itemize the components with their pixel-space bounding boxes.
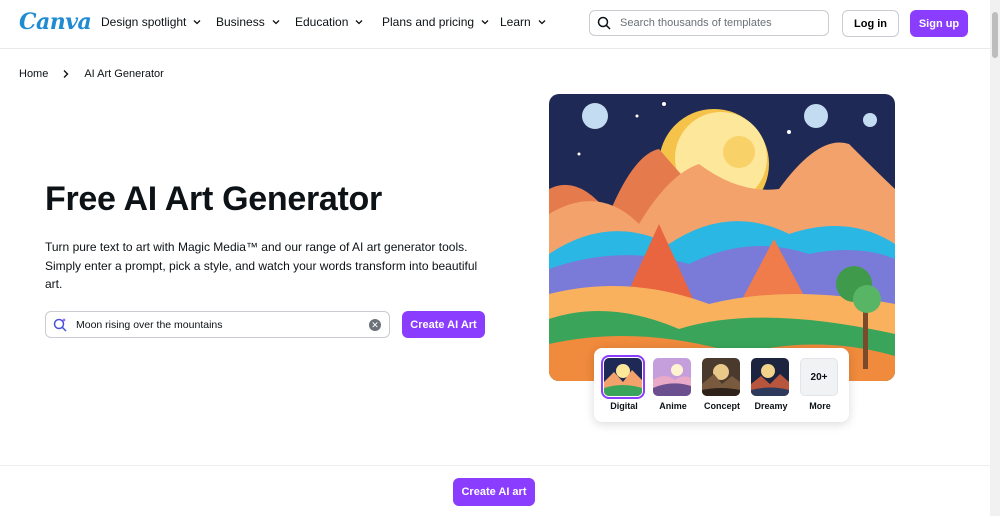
login-button[interactable]: Log in xyxy=(842,10,899,37)
page-scrollbar[interactable] xyxy=(990,0,1000,516)
style-picker: Digital Anime Concept Dreamy 20+ More xyxy=(594,348,849,422)
nav-label: Design spotlight xyxy=(101,15,187,29)
style-option-digital[interactable]: Digital xyxy=(601,355,645,411)
hero-description: Turn pure text to art with Magic Media™ … xyxy=(45,240,478,291)
chevron-down-icon xyxy=(481,20,489,25)
chevron-down-icon xyxy=(355,20,363,25)
magic-search-icon xyxy=(53,317,67,332)
nav-label: Plans and pricing xyxy=(382,15,475,29)
scrollbar-thumb[interactable] xyxy=(992,12,998,58)
nav-label: Education xyxy=(295,15,349,29)
search-icon xyxy=(597,16,611,30)
style-thumbnail xyxy=(653,358,691,396)
nav-label: Business xyxy=(216,15,265,29)
prompt-field[interactable]: ✕ xyxy=(45,311,390,338)
style-label: More xyxy=(809,401,831,411)
style-label: Anime xyxy=(659,401,687,411)
prompt-input[interactable] xyxy=(74,317,363,332)
style-thumbnail xyxy=(601,355,645,399)
style-thumbnail xyxy=(702,358,740,396)
create-ai-art-bottom-button[interactable]: Create AI art xyxy=(453,478,535,506)
chevron-down-icon xyxy=(272,20,280,25)
chevron-down-icon xyxy=(538,20,546,25)
style-option-more[interactable]: 20+ More xyxy=(800,358,840,411)
template-search[interactable] xyxy=(589,10,829,36)
nav-design-spotlight[interactable]: Design spotlight xyxy=(101,15,202,29)
nav-plans-and-pricing[interactable]: Plans and pricing xyxy=(382,15,490,29)
nav-label: Learn xyxy=(500,15,531,29)
style-thumbnail xyxy=(751,358,789,396)
create-ai-art-button[interactable]: Create AI Art xyxy=(402,311,485,338)
style-option-anime[interactable]: Anime xyxy=(653,358,693,411)
canva-logo[interactable]: Canva xyxy=(19,9,92,35)
search-input[interactable] xyxy=(618,16,822,30)
clear-icon[interactable]: ✕ xyxy=(369,319,381,331)
nav-business[interactable]: Business xyxy=(216,15,281,29)
breadcrumb-home[interactable]: Home xyxy=(19,68,48,80)
nav-education[interactable]: Education xyxy=(295,15,364,29)
signup-button[interactable]: Sign up xyxy=(910,10,968,37)
more-styles-badge: 20+ xyxy=(800,358,838,396)
top-navigation-bar: Canva Design spotlight Business Educatio… xyxy=(0,0,990,49)
breadcrumb-current: AI Art Generator xyxy=(84,68,164,80)
style-option-concept[interactable]: Concept xyxy=(702,358,742,411)
chevron-down-icon xyxy=(193,20,201,25)
hero-artwork xyxy=(549,94,895,381)
sticky-bottom-bar: Create AI art xyxy=(0,465,990,517)
chevron-right-icon xyxy=(63,70,69,78)
style-label: Digital xyxy=(610,401,638,411)
breadcrumb: Home AI Art Generator xyxy=(19,68,164,80)
style-option-dreamy[interactable]: Dreamy xyxy=(751,358,791,411)
style-label: Concept xyxy=(704,401,740,411)
style-label: Dreamy xyxy=(754,401,788,411)
nav-learn[interactable]: Learn xyxy=(500,15,547,29)
page-title: Free AI Art Generator xyxy=(45,180,382,218)
